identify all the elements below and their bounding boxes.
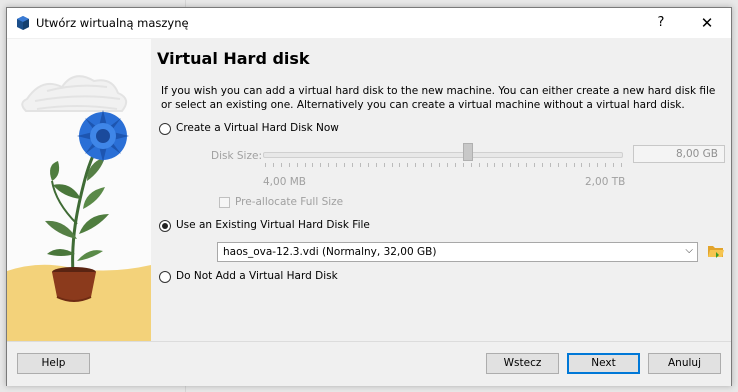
slider-tick <box>462 163 464 167</box>
slider-tick <box>375 163 377 167</box>
back-button[interactable]: Wstecz <box>486 353 559 374</box>
slider-tick <box>304 163 306 167</box>
slider-tick <box>605 163 607 167</box>
disk-size-min-label: 4,00 MB <box>263 176 306 188</box>
slider-tick <box>573 163 575 167</box>
slider-tick <box>510 163 512 167</box>
slider-tick <box>494 163 496 167</box>
disk-size-label: Disk Size: <box>211 150 262 162</box>
disk-size-slider-handle[interactable] <box>463 143 473 161</box>
dialog-window: Utwórz wirtualną maszynę ? ✕ Virtual Har… <box>6 7 732 386</box>
folder-open-icon[interactable] <box>707 242 725 260</box>
slider-tick <box>352 163 354 167</box>
help-button[interactable]: Help <box>17 353 90 374</box>
slider-tick <box>549 163 551 167</box>
slider-tick <box>328 163 330 167</box>
slider-tick <box>454 163 456 167</box>
slider-tick <box>399 163 401 167</box>
slider-tick <box>359 163 361 167</box>
slider-tick <box>502 163 504 167</box>
slider-tick <box>415 163 417 167</box>
existing-disk-value: haos_ova-12.3.vdi (Normalny, 32,00 GB) <box>223 246 437 258</box>
slider-tick <box>423 163 425 167</box>
disk-size-max-label: 2,00 TB <box>585 176 626 188</box>
slider-tick <box>431 163 433 167</box>
slider-tick <box>518 163 520 167</box>
slider-tick <box>581 163 583 167</box>
create-disk-radio[interactable] <box>159 123 171 135</box>
preallocate-label: Pre-allocate Full Size <box>235 196 344 208</box>
slider-tick <box>470 163 472 167</box>
flower-pot-illustration <box>7 75 151 341</box>
use-existing-radio[interactable] <box>159 220 171 232</box>
disk-size-slider-track[interactable] <box>263 152 623 158</box>
title-bar: Utwórz wirtualną maszynę ? ✕ <box>7 8 731 38</box>
slider-tick <box>280 163 282 167</box>
slider-tick <box>597 163 599 167</box>
slider-tick <box>312 163 314 167</box>
slider-tick <box>320 163 322 167</box>
slider-tick <box>589 163 591 167</box>
slider-tick <box>344 163 346 167</box>
use-existing-label[interactable]: Use an Existing Virtual Hard Disk File <box>176 219 370 231</box>
slider-ticks <box>265 163 622 167</box>
page-title: Virtual Hard disk <box>157 49 310 68</box>
title-help-button[interactable]: ? <box>639 8 683 38</box>
slider-tick <box>383 163 385 167</box>
slider-tick <box>367 163 369 167</box>
wizard-page: Virtual Hard disk If you wish you can ad… <box>157 39 731 341</box>
dialog-footer: Help Wstecz Next Anuluj <box>7 341 731 386</box>
slider-tick <box>446 163 448 167</box>
slider-tick <box>478 163 480 167</box>
window-title: Utwórz wirtualną maszynę <box>36 16 189 30</box>
slider-tick <box>265 163 266 167</box>
slider-tick <box>296 163 298 167</box>
slider-tick <box>557 163 559 167</box>
slider-tick <box>541 163 543 167</box>
existing-disk-select[interactable]: haos_ova-12.3.vdi (Normalny, 32,00 GB) ⌵ <box>217 242 698 262</box>
close-button[interactable]: ✕ <box>685 8 729 38</box>
slider-tick <box>526 163 528 167</box>
no-disk-label[interactable]: Do Not Add a Virtual Hard Disk <box>176 270 338 282</box>
slider-tick <box>621 163 622 167</box>
slider-tick <box>407 163 409 167</box>
cancel-button[interactable]: Anuluj <box>648 353 721 374</box>
slider-tick <box>391 163 393 167</box>
slider-tick <box>439 163 441 167</box>
slider-tick <box>486 163 488 167</box>
slider-tick <box>288 163 290 167</box>
slider-tick <box>565 163 567 167</box>
disk-size-input[interactable]: 8,00 GB <box>633 145 725 163</box>
next-button[interactable]: Next <box>567 353 640 374</box>
page-description: If you wish you can add a virtual hard d… <box>161 85 716 111</box>
slider-tick <box>613 163 615 167</box>
no-disk-radio[interactable] <box>159 271 171 283</box>
chevron-down-icon: ⌵ <box>685 245 693 256</box>
create-disk-label[interactable]: Create a Virtual Hard Disk Now <box>176 122 339 134</box>
slider-tick <box>533 163 535 167</box>
virtualbox-icon <box>17 16 29 30</box>
preallocate-checkbox[interactable] <box>219 197 230 208</box>
slider-tick <box>336 163 338 167</box>
wizard-illustration <box>7 39 151 341</box>
slider-tick <box>272 163 274 167</box>
